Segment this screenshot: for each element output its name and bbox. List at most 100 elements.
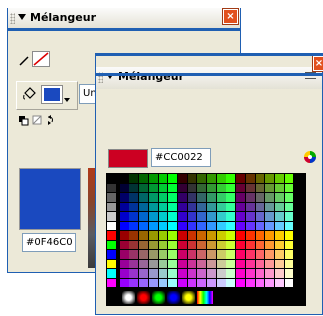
drag-grip-icon[interactable]	[10, 13, 15, 24]
palette-cell[interactable]	[107, 278, 116, 288]
palette-cell[interactable]	[148, 174, 158, 183]
palette-cell[interactable]	[245, 250, 255, 259]
palette-cell[interactable]	[284, 240, 294, 250]
palette-cell[interactable]	[148, 240, 158, 250]
palette-cell[interactable]	[187, 231, 197, 240]
palette-cell[interactable]	[245, 202, 255, 212]
palette-cell[interactable]	[274, 250, 284, 259]
palette-cell[interactable]	[168, 202, 178, 212]
palette-cell[interactable]	[207, 221, 216, 231]
palette-cell[interactable]	[226, 269, 236, 278]
palette-cell[interactable]	[236, 250, 245, 259]
palette-cell[interactable]	[139, 250, 148, 259]
palette-cell[interactable]	[236, 278, 245, 288]
palette-cell[interactable]	[119, 259, 129, 269]
palette-cell[interactable]	[207, 278, 216, 288]
palette-cell[interactable]	[226, 231, 236, 240]
palette-cell[interactable]	[187, 240, 197, 250]
palette-cell[interactable]	[207, 250, 216, 259]
palette-cell[interactable]	[236, 202, 245, 212]
palette-cell[interactable]	[158, 259, 168, 269]
palette-cell[interactable]	[207, 269, 216, 278]
palette-cell[interactable]	[158, 250, 168, 259]
palette-cell[interactable]	[177, 259, 187, 269]
palette-cell[interactable]	[168, 231, 178, 240]
palette-cell[interactable]	[265, 212, 275, 221]
panel-header[interactable]: Mélangeur	[96, 67, 322, 89]
palette-cell[interactable]	[187, 212, 197, 221]
palette-cell[interactable]	[255, 231, 265, 240]
palette-cell[interactable]	[226, 212, 236, 221]
color-picker-wheel-icon[interactable]	[303, 150, 317, 164]
palette-cell[interactable]	[274, 278, 284, 288]
rainbow-gradient-swatch[interactable]	[197, 291, 213, 304]
palette-cell[interactable]	[284, 202, 294, 212]
palette-cell[interactable]	[119, 231, 129, 240]
palette-cell[interactable]	[207, 193, 216, 202]
palette-cell[interactable]	[107, 240, 116, 250]
palette-cell[interactable]	[168, 250, 178, 259]
palette-cell[interactable]	[187, 183, 197, 193]
palette-cell[interactable]	[265, 250, 275, 259]
palette-cell[interactable]	[265, 221, 275, 231]
stroke-color-none-swatch[interactable]	[32, 51, 50, 67]
palette-cell[interactable]	[226, 250, 236, 259]
palette-cell[interactable]	[216, 221, 226, 231]
palette-cell[interactable]	[284, 221, 294, 231]
palette-cell[interactable]	[197, 174, 207, 183]
palette-cell[interactable]	[129, 183, 139, 193]
palette-cell[interactable]	[197, 212, 207, 221]
palette-cell[interactable]	[245, 278, 255, 288]
palette-cell[interactable]	[177, 278, 187, 288]
palette-cell[interactable]	[139, 183, 148, 193]
palette-cell[interactable]	[216, 202, 226, 212]
palette-cell[interactable]	[284, 250, 294, 259]
palette-cell[interactable]	[119, 269, 129, 278]
palette-cell[interactable]	[255, 193, 265, 202]
palette-cell[interactable]	[197, 250, 207, 259]
palette-cell[interactable]	[226, 193, 236, 202]
palette-cell[interactable]	[139, 278, 148, 288]
palette-cell[interactable]	[177, 240, 187, 250]
palette-cell[interactable]	[236, 174, 245, 183]
palette-cell[interactable]	[107, 250, 116, 259]
palette-cell[interactable]	[274, 193, 284, 202]
palette-cell[interactable]	[129, 278, 139, 288]
palette-cell[interactable]	[226, 278, 236, 288]
palette-cell[interactable]	[207, 231, 216, 240]
palette-cell[interactable]	[148, 231, 158, 240]
palette-cell[interactable]	[236, 193, 245, 202]
palette-cell[interactable]	[265, 202, 275, 212]
palette-cell[interactable]	[245, 269, 255, 278]
palette-cell[interactable]	[216, 231, 226, 240]
palette-cell[interactable]	[187, 193, 197, 202]
palette-cell[interactable]	[129, 269, 139, 278]
palette-cell[interactable]	[139, 259, 148, 269]
palette-cell[interactable]	[177, 193, 187, 202]
palette-cell[interactable]	[177, 269, 187, 278]
palette-cell[interactable]	[158, 231, 168, 240]
palette-cell[interactable]	[177, 183, 187, 193]
palette-cell[interactable]	[129, 250, 139, 259]
palette-cell[interactable]	[197, 240, 207, 250]
hex-value-field[interactable]: #0F46C0	[22, 233, 76, 252]
palette-cell[interactable]	[119, 278, 129, 288]
palette-cell[interactable]	[177, 212, 187, 221]
stroke-pencil-icon[interactable]	[18, 55, 30, 67]
palette-cell[interactable]	[187, 250, 197, 259]
palette-cell[interactable]	[158, 174, 168, 183]
palette-cell[interactable]	[129, 174, 139, 183]
palette-cell[interactable]	[158, 212, 168, 221]
gradient-swatch-row[interactable]	[107, 291, 215, 305]
palette-cell[interactable]	[207, 259, 216, 269]
hex-value-field[interactable]: #CC0022	[151, 148, 211, 167]
gradient-swatch[interactable]	[167, 291, 180, 304]
palette-cell[interactable]	[236, 231, 245, 240]
palette-cell[interactable]	[139, 212, 148, 221]
palette-cell[interactable]	[255, 259, 265, 269]
palette-cell[interactable]	[284, 183, 294, 193]
palette-cell[interactable]	[129, 259, 139, 269]
palette-cell[interactable]	[255, 174, 265, 183]
swatch-dropdown-icon[interactable]	[64, 98, 70, 102]
palette-cell[interactable]	[168, 278, 178, 288]
